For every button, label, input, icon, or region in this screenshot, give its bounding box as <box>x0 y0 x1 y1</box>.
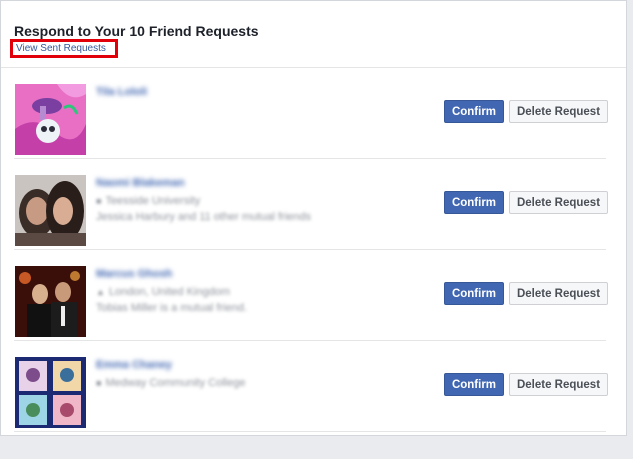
education-icon: ■ <box>96 196 102 206</box>
location-line: ▲ London, United Kingdom <box>96 285 247 299</box>
request-info: Tila Lololi <box>96 85 147 103</box>
mutual-friends-line[interactable]: Tobias Miller is a mutual friend. <box>96 301 247 315</box>
delete-request-button[interactable]: Delete Request <box>509 100 608 123</box>
view-sent-requests-link[interactable]: View Sent Requests <box>10 39 118 58</box>
friend-request-row: Emma Chaney ■ Medway Community College Co… <box>1 340 626 432</box>
education-line: ■ Teesside University <box>96 194 311 208</box>
education-line: ■ Medway Community College <box>96 376 245 390</box>
confirm-button[interactable]: Confirm <box>444 191 504 214</box>
requester-name[interactable]: Marcus Ghosh <box>96 267 247 281</box>
delete-request-button[interactable]: Delete Request <box>509 373 608 396</box>
delete-request-button[interactable]: Delete Request <box>509 282 608 305</box>
education-text: Teesside University <box>105 195 201 207</box>
request-info: Emma Chaney ■ Medway Community College <box>96 358 245 390</box>
requester-name[interactable]: Emma Chaney <box>96 358 245 372</box>
avatar[interactable] <box>15 357 86 428</box>
requester-name[interactable]: Tila Lololi <box>96 85 147 99</box>
row-divider <box>14 431 606 432</box>
friend-request-row: Marcus Ghosh ▲ London, United Kingdom Tob… <box>1 249 626 341</box>
mutual-friends-line[interactable]: Jessica Harbury and 11 other mutual frie… <box>96 210 311 224</box>
request-info: Naomi Blakeman ■ Teesside University Jess… <box>96 176 311 224</box>
avatar[interactable] <box>15 266 86 337</box>
requester-name[interactable]: Naomi Blakeman <box>96 176 311 190</box>
request-info: Marcus Ghosh ▲ London, United Kingdom Tob… <box>96 267 247 315</box>
friend-request-row: Tila Lololi Confirm Delete Request <box>1 67 626 159</box>
friend-requests-panel: Respond to Your 10 Friend Requests View … <box>0 0 627 436</box>
education-text: Medway Community College <box>105 377 246 389</box>
location-pin-icon: ▲ <box>96 287 105 297</box>
confirm-button[interactable]: Confirm <box>444 100 504 123</box>
page-title: Respond to Your 10 Friend Requests <box>14 23 259 39</box>
confirm-button[interactable]: Confirm <box>444 373 504 396</box>
education-icon: ■ <box>96 378 102 388</box>
avatar[interactable] <box>15 84 86 155</box>
panel-header: Respond to Your 10 Friend Requests View … <box>1 1 626 68</box>
avatar[interactable] <box>15 175 86 246</box>
delete-request-button[interactable]: Delete Request <box>509 191 608 214</box>
confirm-button[interactable]: Confirm <box>444 282 504 305</box>
location-text: London, United Kingdom <box>108 286 231 298</box>
friend-request-row: Naomi Blakeman ■ Teesside University Jess… <box>1 158 626 250</box>
